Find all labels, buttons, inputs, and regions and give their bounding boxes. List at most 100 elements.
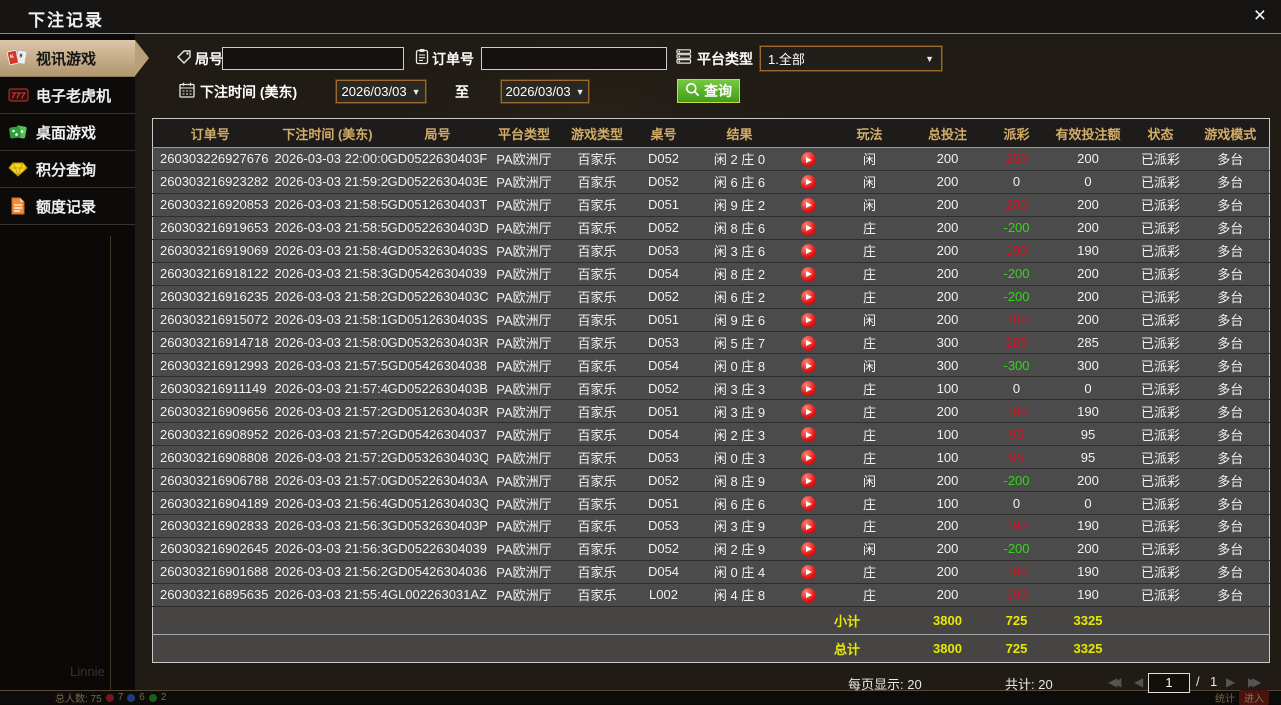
close-icon[interactable]: × <box>1254 4 1266 28</box>
table-row[interactable]: 260303226927676 2026-03-03 22:00:00 GD05… <box>152 147 1270 171</box>
play-video-icon[interactable] <box>800 358 816 374</box>
cell-total-bet: 100 <box>908 491 987 515</box>
cell-bet-side: 庄 <box>830 514 909 538</box>
play-video-icon[interactable] <box>800 519 816 534</box>
table-row[interactable]: 260303216914718 2026-03-03 21:58:09 GD05… <box>152 331 1270 355</box>
search-button[interactable]: 查询 <box>677 79 740 103</box>
platform-type-select[interactable]: 1.全部 ▼ <box>759 45 943 72</box>
cell-payout: 190 <box>986 399 1047 424</box>
sidebar-item-table-games[interactable]: 桌面游戏 <box>0 114 135 151</box>
table-row[interactable]: 260303216906788 2026-03-03 21:57:06 GD05… <box>152 468 1270 493</box>
round-number-input[interactable] <box>222 47 404 70</box>
total-valid: 3325 <box>1046 634 1130 663</box>
order-number-input[interactable] <box>481 47 667 70</box>
first-page-icon[interactable]: ◀◀ <box>1108 675 1122 689</box>
date-from-select[interactable]: 2026/03/03 ▼ <box>335 79 427 104</box>
page-number-input[interactable]: 1 <box>1148 673 1190 693</box>
cell-result: 闲 8 庄 6 <box>693 216 786 240</box>
main-panel: 局号 订单号 平台类型 1.全部 ▼ 下注时间 (美东) 2026/03/03 … <box>135 34 1281 693</box>
play-video-icon[interactable] <box>800 381 816 397</box>
last-page-icon[interactable]: ▶▶ <box>1248 675 1262 689</box>
date-from-value: 2026/03/03 <box>341 84 407 99</box>
background-count-red: 7 <box>117 692 124 703</box>
play-video-icon[interactable] <box>800 174 816 190</box>
cell-bet-side: 闲 <box>830 170 909 194</box>
table-row[interactable]: 260303216916235 2026-03-03 21:58:21 GD05… <box>152 285 1270 309</box>
cell-total-bet: 200 <box>908 216 987 240</box>
play-video-icon[interactable] <box>800 473 816 489</box>
cell-total-bet: 100 <box>908 422 987 447</box>
table-row[interactable]: 260303216901688 2026-03-03 21:56:26 GD05… <box>152 560 1270 584</box>
sidebar-item-slots[interactable]: 777 电子老虎机 <box>0 77 135 114</box>
date-to-select[interactable]: 2026/03/03 ▼ <box>500 79 590 104</box>
cell-round-id: GD0522630403A <box>387 468 488 493</box>
platform-type-value: 1.全部 <box>768 52 805 67</box>
document-icon <box>7 196 29 216</box>
column-header: 平台类型 <box>487 118 561 148</box>
next-page-icon[interactable]: ▶ <box>1226 675 1235 689</box>
table-row[interactable]: 260303216919653 2026-03-03 21:58:51 GD05… <box>152 216 1270 240</box>
cell-platform: PA欧洲厅 <box>487 560 561 584</box>
cell-table-number: D051 <box>633 399 694 424</box>
cell-game-type: 百家乐 <box>560 216 634 240</box>
column-header: 游戏模式 <box>1191 118 1270 148</box>
prev-page-icon[interactable]: ◀ <box>1134 675 1143 689</box>
table-row[interactable]: 260303216915072 2026-03-03 21:58:12 GD05… <box>152 308 1270 332</box>
play-video-icon[interactable] <box>800 450 816 466</box>
sidebar-item-label: 电子老虎机 <box>36 87 112 105</box>
table-row[interactable]: 260303216904189 2026-03-03 21:56:47 GD05… <box>152 491 1270 515</box>
play-video-icon[interactable] <box>800 266 816 282</box>
table-row[interactable]: 260303216902833 2026-03-03 21:56:37 GD05… <box>152 514 1270 538</box>
play-video-icon[interactable] <box>800 152 816 167</box>
cell-table-number: D052 <box>633 216 694 240</box>
play-video-icon[interactable] <box>800 564 816 580</box>
play-video-icon[interactable] <box>800 220 816 236</box>
cell-game-mode: 多台 <box>1191 147 1270 171</box>
play-video-icon[interactable] <box>800 289 816 305</box>
play-video-icon[interactable] <box>800 587 816 603</box>
cell-order-id: 260303226927676 <box>152 147 268 171</box>
table-row[interactable]: 260303216912993 2026-03-03 21:57:56 GD05… <box>152 353 1270 378</box>
table-row[interactable]: 260303216919069 2026-03-03 21:58:46 GD05… <box>152 239 1270 263</box>
sidebar-item-quota-records[interactable]: 额度记录 <box>0 188 135 225</box>
cell-payout: -200 <box>986 216 1047 240</box>
chevron-down-icon: ▼ <box>925 53 934 64</box>
cell-game-mode: 多台 <box>1191 583 1270 608</box>
table-row[interactable]: 260303216908808 2026-03-03 21:57:23 GD05… <box>152 445 1270 470</box>
table-row[interactable]: 260303216902645 2026-03-03 21:56:35 GD05… <box>152 537 1270 561</box>
play-video-icon[interactable] <box>800 496 816 512</box>
cell-total-bet: 200 <box>908 399 987 424</box>
play-video-icon[interactable] <box>800 541 816 557</box>
table-row[interactable]: 260303216918122 2026-03-03 21:58:37 GD05… <box>152 262 1270 286</box>
cell-order-id: 260303216902833 <box>152 514 268 538</box>
table-row[interactable]: 260303216909656 2026-03-03 21:57:29 GD05… <box>152 399 1270 424</box>
column-header: 下注时间 (美东) <box>267 118 388 148</box>
table-row[interactable]: 260303216911149 2026-03-03 21:57:40 GD05… <box>152 376 1270 401</box>
cell-total-bet: 200 <box>908 239 987 263</box>
cell-table-number: D052 <box>633 376 694 401</box>
cell-status: 已派彩 <box>1129 399 1192 424</box>
table-row[interactable]: 260303216908952 2026-03-03 21:57:24 GD05… <box>152 422 1270 447</box>
sidebar-item-points[interactable]: 积分查询 <box>0 151 135 188</box>
cell-video <box>785 422 831 447</box>
cell-game-mode: 多台 <box>1191 537 1270 561</box>
play-video-icon[interactable] <box>800 243 816 259</box>
table-row[interactable]: 260303216923282 2026-03-03 21:59:26 GD05… <box>152 170 1270 194</box>
table-row[interactable]: 260303216920853 2026-03-03 21:58:59 GD05… <box>152 193 1270 217</box>
cell-platform: PA欧洲厅 <box>487 468 561 493</box>
table-row[interactable]: 260303216895635 2026-03-03 21:55:40 GL00… <box>152 583 1270 608</box>
play-video-icon[interactable] <box>800 427 816 443</box>
cell-bet-side: 庄 <box>830 331 909 355</box>
cell-video <box>785 216 831 240</box>
cell-round-id: GD0522630403C <box>387 285 488 309</box>
cell-round-id: GD05426304037 <box>387 422 488 447</box>
cell-result: 闲 5 庄 7 <box>693 331 786 355</box>
play-video-icon[interactable] <box>800 335 816 351</box>
play-video-icon[interactable] <box>800 197 816 213</box>
cell-round-id: GL002263031AZ <box>387 583 488 608</box>
sidebar-item-live-games[interactable]: 9 K 视讯游戏 <box>0 40 149 77</box>
blue-dot-icon <box>127 693 136 702</box>
cell-status: 已派彩 <box>1129 308 1192 332</box>
play-video-icon[interactable] <box>800 312 816 328</box>
play-video-icon[interactable] <box>800 404 816 420</box>
